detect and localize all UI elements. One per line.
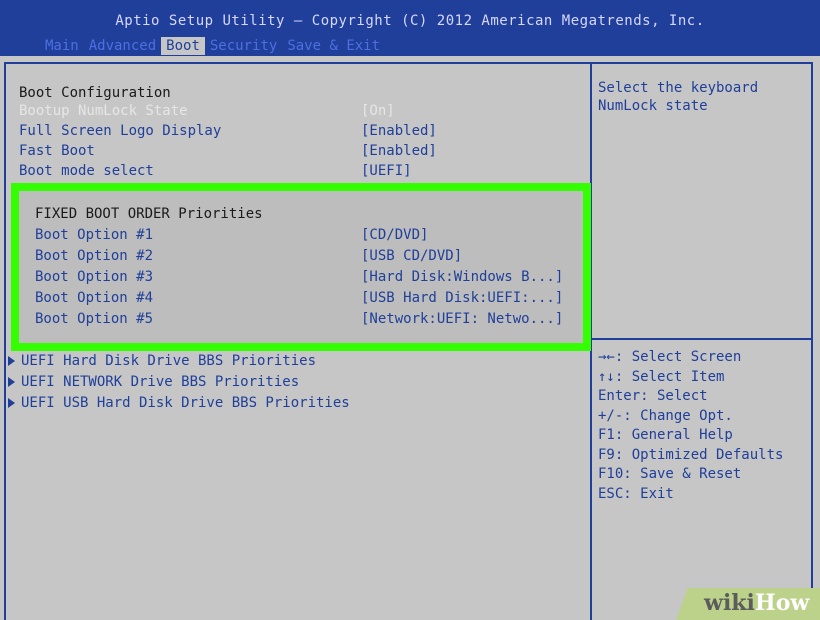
setting-label: Fast Boot [19, 143, 95, 159]
tab-main[interactable]: Main [40, 37, 84, 55]
key-hint: F10: Save & Reset [598, 466, 742, 482]
help-divider [592, 338, 813, 340]
bios-screen: Aptio Setup Utility – Copyright (C) 2012… [0, 0, 820, 620]
key-legend: →←: Select Screen ↑↓: Select Item Enter:… [598, 348, 818, 504]
item-help-description: Select the keyboard NumLock state [598, 80, 767, 114]
key-hint: Enter: Select [598, 388, 708, 404]
setting-label: Boot mode select [19, 163, 154, 179]
key-hint: F9: Optimized Defaults [598, 446, 784, 463]
boot-option-4[interactable]: Boot Option #4 [35, 289, 153, 307]
submenu-arrow-icon [8, 377, 15, 387]
watermark-logo: wikiHow [704, 590, 810, 616]
boot-option-3-value[interactable]: [Hard Disk:Windows B...] [361, 268, 563, 286]
boot-option-5-value[interactable]: [Network:UEFI: Netwo...] [361, 310, 563, 328]
boot-option-2-value[interactable]: [USB CD/DVD] [361, 247, 462, 265]
boot-config-heading: Boot Configuration [19, 85, 171, 101]
setting-boot-mode-value[interactable]: [UEFI] [361, 162, 412, 180]
setting-label: Bootup NumLock State [19, 103, 188, 119]
key-hint: +/-: Change Opt. [598, 407, 733, 424]
setting-label: Full Screen Logo Display [19, 123, 222, 139]
key-hint: →←: Select Screen [598, 349, 742, 365]
setting-boot-mode[interactable]: Boot mode select [19, 162, 154, 180]
tab-bar: Main Advanced Boot Security Save & Exit [40, 37, 385, 55]
setting-full-screen-logo[interactable]: Full Screen Logo Display [19, 122, 221, 140]
setting-bootup-numlock-value[interactable]: [On] [361, 102, 395, 120]
key-hint: ↑↓: Select Item [598, 368, 725, 385]
boot-option-5[interactable]: Boot Option #5 [35, 310, 153, 328]
tab-boot[interactable]: Boot [161, 37, 205, 55]
setting-fast-boot-value[interactable]: [Enabled] [361, 142, 437, 160]
boot-option-3[interactable]: Boot Option #3 [35, 268, 153, 286]
setting-full-screen-logo-value[interactable]: [Enabled] [361, 122, 437, 140]
setting-bootup-numlock[interactable]: Bootup NumLock State [19, 102, 188, 120]
boot-option-1[interactable]: Boot Option #1 [35, 226, 153, 244]
header-bar: Aptio Setup Utility – Copyright (C) 2012… [0, 0, 820, 56]
boot-order-heading: FIXED BOOT ORDER Priorities [35, 206, 263, 222]
key-hint: F1: General Help [598, 427, 733, 443]
submenu-arrow-icon [8, 356, 15, 366]
tab-advanced[interactable]: Advanced [84, 37, 161, 55]
submenu-uefi-usb-hard-disk[interactable]: UEFI USB Hard Disk Drive BBS Priorities [8, 394, 350, 412]
setting-fast-boot[interactable]: Fast Boot [19, 142, 95, 160]
submenu-arrow-icon [8, 398, 15, 408]
boot-option-4-value[interactable]: [USB Hard Disk:UEFI:...] [361, 289, 563, 307]
app-title: Aptio Setup Utility – Copyright (C) 2012… [115, 13, 705, 29]
boot-option-1-value[interactable]: [CD/DVD] [361, 226, 428, 244]
submenu-uefi-hard-disk[interactable]: UEFI Hard Disk Drive BBS Priorities [8, 352, 316, 370]
tab-save-exit[interactable]: Save & Exit [282, 37, 385, 55]
tab-security[interactable]: Security [205, 37, 282, 55]
boot-option-2[interactable]: Boot Option #2 [35, 247, 153, 265]
submenu-uefi-network[interactable]: UEFI NETWORK Drive BBS Priorities [8, 373, 299, 391]
key-hint: ESC: Exit [598, 485, 674, 502]
